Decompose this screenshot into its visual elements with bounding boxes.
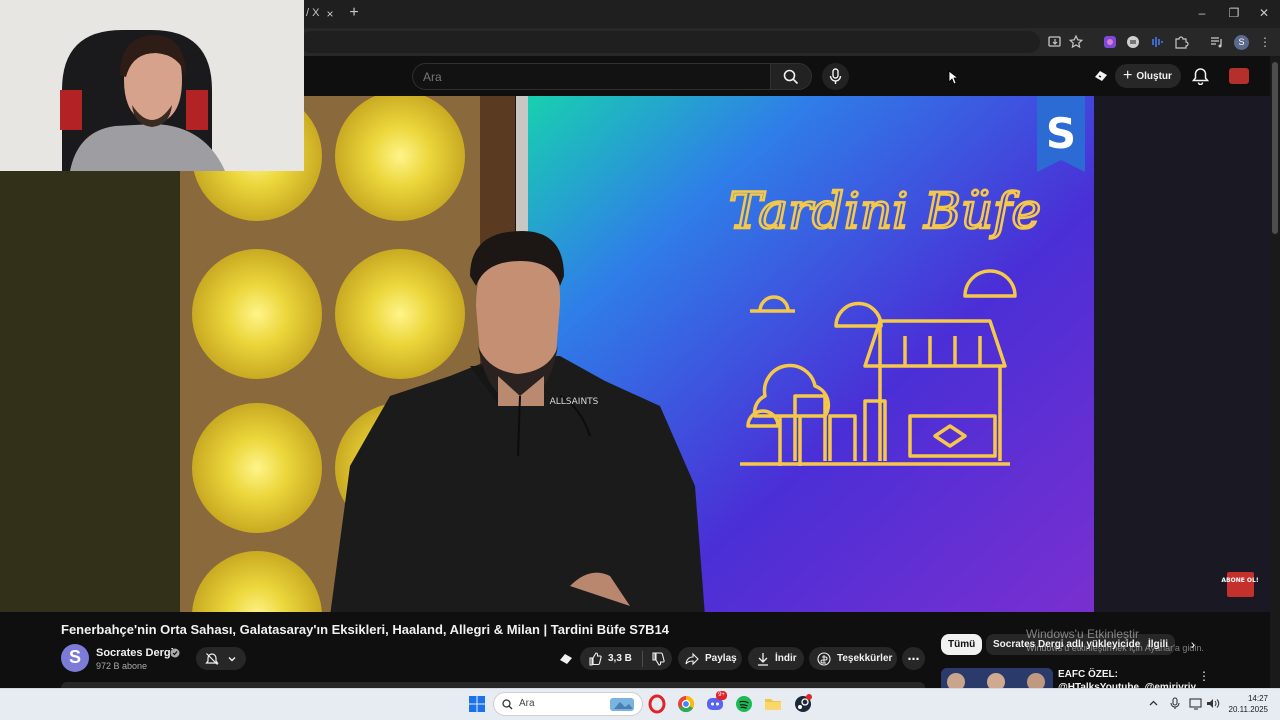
discord-notification-badge: 9+ [716,691,727,700]
browser-menu-icon[interactable]: ⋮ [1259,34,1271,50]
opera-browser-icon[interactable] [647,694,667,714]
channel-logo-banner: S [1046,109,1076,158]
like-divider [641,650,643,667]
steam-app-icon[interactable] [793,694,813,714]
tray-microphone-icon[interactable] [1169,697,1181,710]
tab-close-button[interactable]: × [322,6,338,22]
media-controls-icon[interactable] [1209,34,1225,50]
mouse-cursor-icon [948,70,958,85]
windows-activation-subtitle: Windows'u etkinleştirmek için Ayarlar'a … [1026,643,1204,653]
taskbar-search-icon [502,699,513,710]
tab-title[interactable]: / X [306,7,319,19]
thumbs-up-icon[interactable] [588,651,602,666]
channel-avatar[interactable]: S [61,644,89,672]
clock-date: 20.11.2025 [1228,705,1268,714]
chevron-down-icon [228,656,236,661]
taskbar-clock[interactable]: 14:27 20.11.2025 [1226,693,1268,715]
profile-avatar[interactable]: S [1234,35,1249,50]
search-input[interactable] [423,64,753,89]
download-label: İndir [775,653,797,664]
plus-icon: + [1123,67,1133,84]
scrollbar-thumb[interactable] [1272,62,1278,234]
share-label: Paylaş [705,653,737,664]
channel-name[interactable]: Socrates Dergi [96,647,174,659]
recommended-thumbnail-image [941,668,1053,688]
tray-overflow-icon[interactable] [1148,698,1159,709]
voice-search-button[interactable] [822,63,849,90]
shirt-brand-text: ALLSAINTS [550,397,599,407]
bell-off-icon [205,652,219,665]
thanks-button[interactable]: Teşekkürler [809,647,897,670]
clock-time: 14:27 [1247,694,1268,703]
download-icon [758,652,768,666]
download-button[interactable]: İndir [748,647,804,670]
file-explorer-icon[interactable] [763,694,783,714]
streamer-webcam-image [0,0,304,171]
tray-volume-icon[interactable] [1206,697,1220,710]
tray-display-icon[interactable] [1189,697,1203,710]
like-dislike-group: 3,3 B [580,647,672,670]
share-button[interactable]: Paylaş [678,647,742,670]
super-thanks-icon [817,651,831,666]
maximize-button[interactable]: ❐ [1224,4,1244,22]
taskbar-search-placeholder: Ara [519,698,535,709]
video-player[interactable]: Tardini Büfe S ALLSAINTS ABONE OL! [0,96,1270,612]
premium-sparkle-icon[interactable] [1093,68,1109,84]
extension-purple-icon[interactable] [1102,34,1118,50]
ask-ai-sparkle-icon[interactable] [558,651,574,667]
share-icon [685,652,699,665]
chrome-browser-icon[interactable] [676,694,696,714]
microphone-icon [829,68,842,84]
extensions-puzzle-icon[interactable] [1173,34,1189,50]
verified-badge-icon [170,648,180,658]
spotify-icon[interactable] [734,694,754,714]
notifications-bell-icon[interactable] [1192,67,1209,85]
extension-audio-icon[interactable] [1149,34,1165,50]
like-count[interactable]: 3,3 B [608,653,632,664]
recommended-video-title[interactable]: EAFC ÖZEL: @HTalksYoutube, @emirivriy VS… [1058,668,1198,688]
subscribe-badge[interactable] [1227,572,1254,597]
address-bar[interactable] [300,31,1040,53]
bookmark-star-icon[interactable] [1068,34,1084,50]
subscribe-badge-text: ABONE OL! [1221,577,1258,584]
video-frame: Tardini Büfe S ALLSAINTS ABONE OL! [0,96,1270,612]
recommended-video-thumbnail[interactable] [941,668,1053,688]
user-avatar[interactable] [1229,68,1249,84]
webcam-overlay [0,0,304,171]
create-label: Oluştur [1136,70,1172,82]
thanks-label: Teşekkürler [837,653,893,664]
search-icon [783,69,799,85]
extension-grey-icon[interactable] [1125,34,1141,50]
minimize-button[interactable]: – [1192,4,1212,22]
new-tab-button[interactable]: + [345,4,363,22]
channel-avatar-letter: S [68,647,81,667]
create-button[interactable]: + Oluştur [1115,64,1181,88]
window-close-button[interactable]: ✕ [1254,4,1274,22]
video-title: Fenerbahçe'nin Orta Sahası, Galatasaray'… [61,622,670,637]
taskbar-search[interactable]: Ara [493,692,643,716]
search-button[interactable] [770,63,812,90]
windows-start-icon[interactable] [469,696,485,712]
thumbs-down-icon[interactable] [651,651,665,666]
windows-activation-title: Windows'u Etkinleştir [1026,627,1139,641]
show-title-neon: Tardini Büfe [729,182,1041,240]
subscriber-count: 972 B abone [96,661,148,671]
chip-all[interactable]: Tümü [941,634,983,655]
search-highlight-icon [610,698,634,711]
search-box [412,63,770,90]
more-actions-button[interactable]: ⋯ [902,647,925,670]
install-app-icon[interactable] [1047,34,1063,50]
recommended-menu-icon[interactable]: ⋮ [1198,668,1210,684]
notification-settings-button[interactable] [196,647,246,670]
